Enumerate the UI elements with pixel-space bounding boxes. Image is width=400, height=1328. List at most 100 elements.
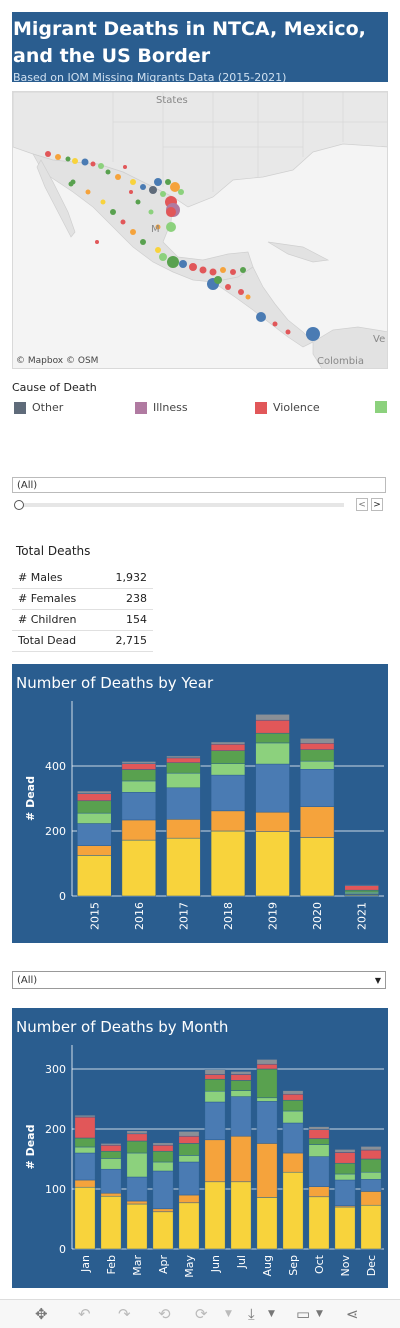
refresh-icon[interactable]: ⟳: [195, 1304, 208, 1324]
bar-segment[interactable]: [178, 1194, 200, 1204]
bar-segment[interactable]: [121, 763, 157, 770]
bar-segment[interactable]: [152, 1144, 174, 1152]
bar-segment[interactable]: [204, 1069, 226, 1075]
bar-segment[interactable]: [152, 1150, 174, 1163]
bar-segment[interactable]: [255, 763, 290, 813]
bar-segment[interactable]: [121, 769, 157, 782]
download-dropdown-icon[interactable]: ▼: [268, 1304, 275, 1324]
deaths-by-month-chart[interactable]: Number of Deaths by Month 0 100 200 300 # De…: [12, 1008, 388, 1288]
bar-segment[interactable]: [308, 1138, 330, 1145]
bar-segment[interactable]: [299, 837, 335, 897]
bar-segment[interactable]: [360, 1204, 382, 1250]
bar-segment[interactable]: [152, 1142, 174, 1146]
bar-segment[interactable]: [74, 1152, 96, 1181]
bar-segment[interactable]: [152, 1161, 174, 1172]
legend-item-other[interactable]: Other: [14, 401, 63, 414]
bar-segment[interactable]: [100, 1143, 122, 1146]
bar-segment[interactable]: [100, 1144, 122, 1152]
bar-segment[interactable]: [308, 1156, 330, 1187]
bar-segment[interactable]: [256, 1143, 278, 1198]
bar-segment[interactable]: [334, 1173, 356, 1181]
bar-segment[interactable]: [178, 1143, 200, 1156]
bar-segment[interactable]: [282, 1090, 304, 1095]
bar-segment[interactable]: [360, 1146, 382, 1151]
bar-segment[interactable]: [256, 1068, 278, 1099]
legend-item-violence[interactable]: Violence: [255, 401, 320, 414]
bar-segment[interactable]: [360, 1149, 382, 1160]
bar-segment[interactable]: [74, 1146, 96, 1154]
bar-segment[interactable]: [344, 884, 379, 886]
device-preview-icon[interactable]: ▭: [296, 1304, 310, 1324]
refresh-dropdown-icon[interactable]: ▼: [225, 1304, 232, 1324]
bar-segment[interactable]: [121, 839, 157, 897]
legend-item-illness[interactable]: Illness: [135, 401, 188, 414]
bar-segment[interactable]: [100, 1150, 122, 1159]
bar-segment[interactable]: [77, 793, 112, 802]
bar-segment[interactable]: [256, 1097, 278, 1102]
bar-segment[interactable]: [166, 755, 201, 759]
bar-segment[interactable]: [152, 1211, 174, 1250]
year-prev-button[interactable]: <: [356, 498, 368, 511]
month-chart-svg[interactable]: 0 100 200 300 # Dead Jan Feb Mar Apr May Jun Jul Aug…: [12, 1008, 388, 1288]
bar-segment[interactable]: [74, 1186, 96, 1250]
year-slider-track[interactable]: [18, 503, 344, 507]
map-attribution[interactable]: © Mapbox © OSM: [16, 356, 98, 366]
download-icon[interactable]: ⤓: [248, 1304, 255, 1324]
bar-segment[interactable]: [210, 743, 246, 751]
bar-segment[interactable]: [299, 743, 335, 750]
bar-segment[interactable]: [77, 790, 112, 794]
bar-segment[interactable]: [255, 811, 290, 832]
bar-segment[interactable]: [282, 1122, 304, 1154]
bar-segment[interactable]: [121, 780, 157, 793]
bar-segment[interactable]: [308, 1129, 330, 1139]
bar-segment[interactable]: [308, 1144, 330, 1157]
bar-segment[interactable]: [255, 719, 290, 734]
bar-segment[interactable]: [210, 763, 246, 776]
bar-segment[interactable]: [334, 1206, 356, 1250]
bar-segment[interactable]: [334, 1152, 356, 1164]
bar-segment[interactable]: [230, 1074, 252, 1081]
redo-icon[interactable]: ↷: [118, 1304, 131, 1324]
bar-segment[interactable]: [282, 1152, 304, 1173]
legend-item-cutoff[interactable]: [375, 401, 387, 413]
bar-segment[interactable]: [166, 837, 201, 897]
bar-segment[interactable]: [121, 761, 157, 764]
bar-segment[interactable]: [299, 738, 335, 744]
bar-segment[interactable]: [178, 1161, 200, 1196]
bar-segment[interactable]: [77, 823, 112, 846]
bar-segment[interactable]: [282, 1171, 304, 1250]
bar-segment[interactable]: [100, 1192, 122, 1197]
bar-segment[interactable]: [256, 1197, 278, 1250]
bar-segment[interactable]: [256, 1059, 278, 1065]
bar-segment[interactable]: [74, 1179, 96, 1188]
bar-segment[interactable]: [126, 1133, 148, 1142]
mapbox-credit[interactable]: © Mapbox: [16, 356, 63, 366]
bar-segment[interactable]: [166, 787, 201, 820]
bar-segment[interactable]: [204, 1101, 226, 1141]
bar-segment[interactable]: [255, 742, 290, 765]
bar-segment[interactable]: [74, 1114, 96, 1118]
bar-segment[interactable]: [230, 1096, 252, 1137]
bar-segment[interactable]: [308, 1196, 330, 1250]
bar-segment[interactable]: [282, 1110, 304, 1124]
bar-segment[interactable]: [308, 1186, 330, 1198]
bar-segment[interactable]: [230, 1071, 252, 1075]
undo-icon[interactable]: ↶: [78, 1304, 91, 1324]
bar-segment[interactable]: [77, 855, 112, 897]
bar-segment[interactable]: [126, 1203, 148, 1250]
bar-segment[interactable]: [255, 714, 290, 721]
bar-segment[interactable]: [178, 1135, 200, 1144]
migrant-deaths-map[interactable]: States M Colombia Ve © Mapbox © OSM: [12, 91, 388, 369]
bar-segment[interactable]: [334, 1149, 356, 1153]
map-canvas[interactable]: [13, 92, 388, 369]
bar-segment[interactable]: [152, 1208, 174, 1213]
bar-segment[interactable]: [299, 769, 335, 807]
bar-segment[interactable]: [152, 1170, 174, 1210]
bar-segment[interactable]: [100, 1158, 122, 1170]
bar-segment[interactable]: [204, 1139, 226, 1183]
bar-segment[interactable]: [299, 760, 335, 770]
bar-segment[interactable]: [77, 812, 112, 824]
bar-segment[interactable]: [126, 1152, 148, 1178]
bar-segment[interactable]: [230, 1080, 252, 1091]
bar-segment[interactable]: [334, 1162, 356, 1175]
